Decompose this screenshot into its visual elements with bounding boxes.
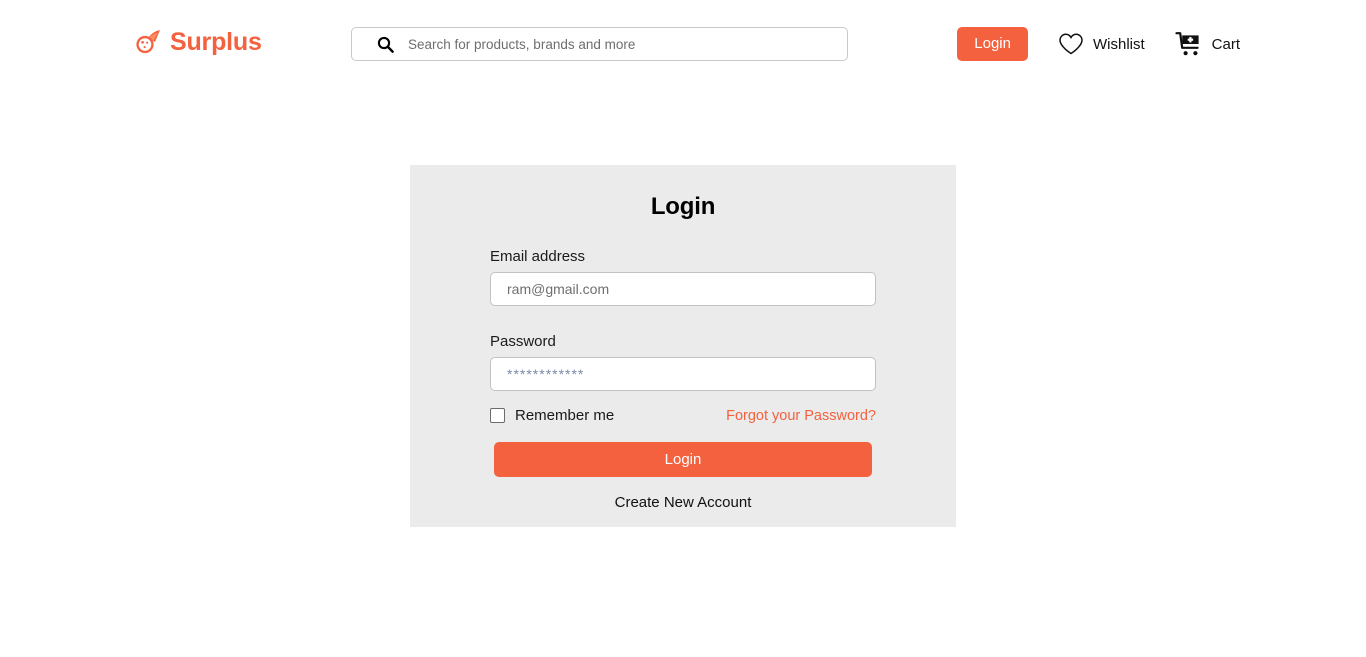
create-new-account-link[interactable]: Create New Account bbox=[490, 494, 876, 511]
remember-me-group[interactable]: Remember me bbox=[490, 407, 614, 424]
header-actions: Login Wishlist Cart bbox=[957, 27, 1240, 61]
email-label: Email address bbox=[490, 248, 586, 265]
brand-name: Surplus bbox=[170, 27, 262, 56]
remember-me-label: Remember me bbox=[515, 407, 615, 424]
search-bar[interactable] bbox=[351, 27, 848, 61]
login-submit-button[interactable]: Login bbox=[494, 442, 872, 477]
email-input[interactable] bbox=[490, 272, 876, 306]
brand-logo[interactable]: Surplus bbox=[134, 28, 262, 56]
login-title: Login bbox=[650, 193, 716, 220]
login-card: Login Email address Password Remember me… bbox=[410, 165, 956, 527]
search-input[interactable] bbox=[408, 29, 837, 59]
forgot-password-link[interactable]: Forgot your Password? bbox=[726, 408, 876, 424]
header-login-button[interactable]: Login bbox=[957, 27, 1028, 61]
site-header: Surplus Login Wishlist bbox=[0, 0, 1366, 88]
remember-row: Remember me Forgot your Password? bbox=[490, 407, 876, 424]
heart-icon bbox=[1058, 32, 1084, 56]
password-label: Password bbox=[490, 333, 556, 350]
wishlist-label: Wishlist bbox=[1092, 35, 1145, 53]
password-input[interactable] bbox=[490, 357, 876, 391]
remember-me-checkbox[interactable] bbox=[490, 408, 505, 423]
comet-icon bbox=[134, 28, 162, 56]
wishlist-link[interactable]: Wishlist bbox=[1058, 32, 1145, 56]
cart-label: Cart bbox=[1211, 35, 1240, 53]
cart-link[interactable]: Cart bbox=[1175, 31, 1240, 57]
shopping-cart-plus-icon bbox=[1175, 31, 1203, 57]
search-icon bbox=[377, 36, 394, 53]
